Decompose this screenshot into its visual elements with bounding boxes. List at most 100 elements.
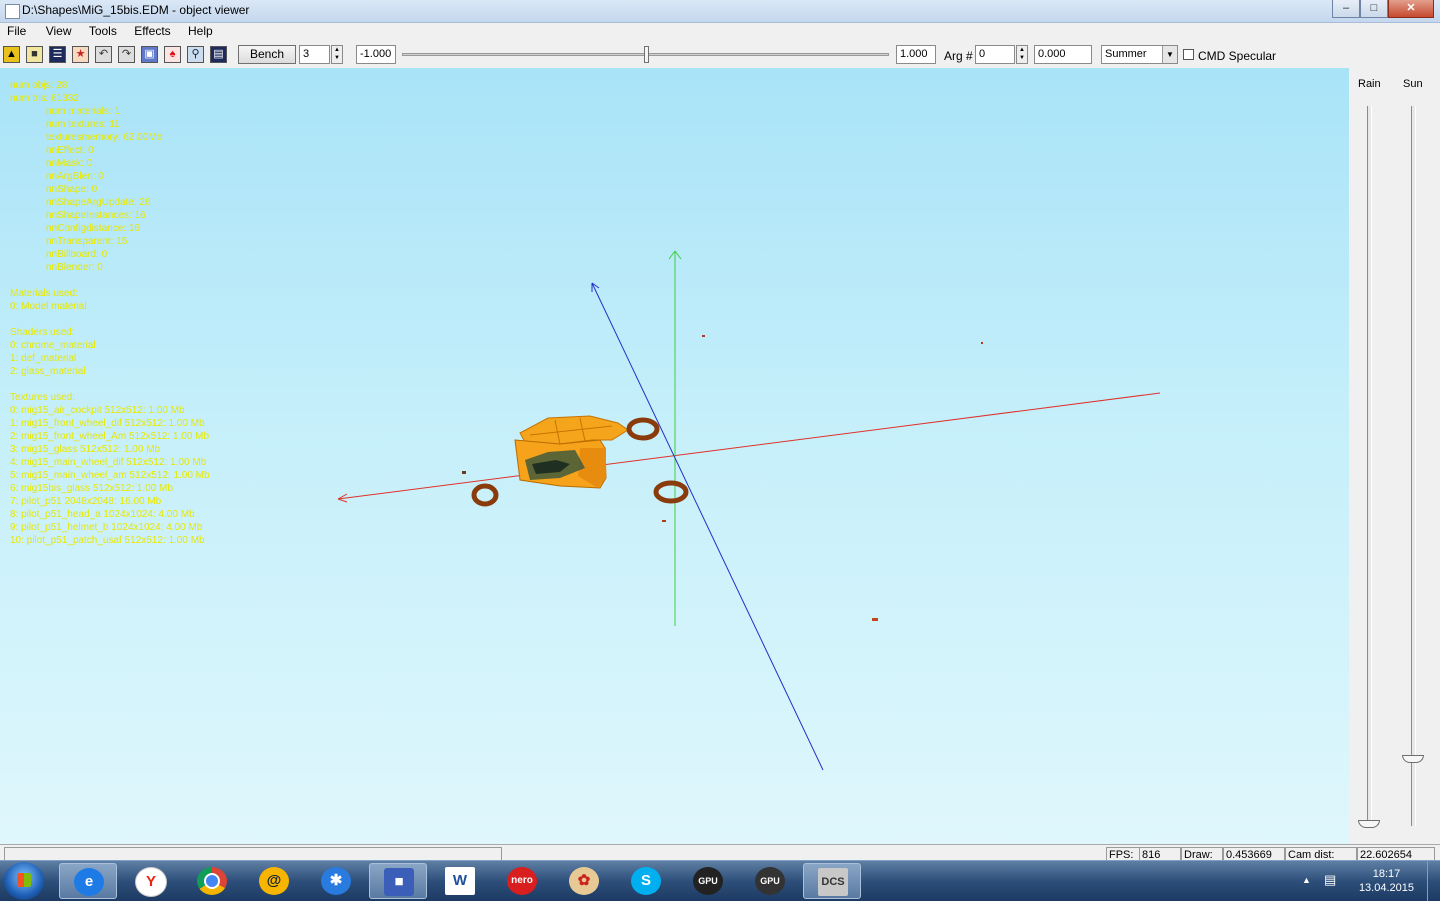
minimize-button[interactable]: –: [1332, 0, 1360, 18]
mail-agent-icon: @: [259, 867, 289, 895]
undo-icon[interactable]: ↶: [95, 46, 112, 63]
taskbar-lightning-app[interactable]: ✱: [307, 863, 365, 899]
menu-tools[interactable]: Tools: [75, 23, 117, 38]
fragment: [872, 618, 878, 621]
menu-view[interactable]: View: [30, 23, 72, 38]
taskbar-gpu-streaming[interactable]: GPU: [741, 863, 799, 899]
dcs-icon: DCS: [818, 868, 848, 896]
draw-label: Draw:: [1181, 847, 1223, 861]
arg-number-spinner[interactable]: ▲ ▼: [1016, 45, 1028, 64]
tray-arrow-icon[interactable]: ▲: [1302, 875, 1311, 885]
close-button[interactable]: ✕: [1388, 0, 1434, 18]
menu-effects[interactable]: Effects: [120, 23, 170, 38]
menu-bar: File View Tools Effects Help: [0, 23, 1440, 41]
taskbar-mail-agent[interactable]: @: [245, 863, 303, 899]
menu-file[interactable]: File: [0, 23, 26, 38]
window-controls: – □ ✕: [1332, 0, 1434, 18]
stats-line: nnArgBlen: 0: [46, 171, 104, 182]
cam-dist-label: Cam dist:: [1285, 847, 1357, 861]
taskbar-dcs[interactable]: DCS: [803, 863, 861, 899]
taskbar: e Y @ ✱ ■ W nero ✿ S GPU GPU DCS ▲ ▤ 18:…: [0, 860, 1440, 901]
taskbar-paint[interactable]: ✿: [555, 863, 613, 899]
fragment: [702, 335, 705, 337]
taskbar-nero[interactable]: nero: [493, 863, 551, 899]
rain-slider-track[interactable]: [1367, 106, 1372, 826]
start-button[interactable]: [4, 862, 44, 900]
stats-line: 5: mig15_main_wheel_am 512x512: 1.00 Mb: [10, 470, 210, 481]
nose-wheel: [626, 417, 660, 441]
pilot-icon[interactable]: ★: [72, 46, 89, 63]
lightning-app-icon: ✱: [321, 867, 351, 895]
maximize-button[interactable]: □: [1360, 0, 1388, 18]
sun-slider-thumb[interactable]: [1402, 755, 1424, 764]
stats-line: 10: pilot_p51_patch_usaf 512x512: 1.00 M…: [10, 535, 205, 546]
menu-help[interactable]: Help: [174, 23, 213, 38]
internet-explorer-icon: e: [74, 868, 104, 896]
taskbar-gpu-tweak[interactable]: GPU: [679, 863, 737, 899]
season-select[interactable]: Summer ▼: [1101, 45, 1178, 64]
slider-min-field[interactable]: -1.000: [356, 45, 396, 64]
figure-icon[interactable]: ♠: [164, 46, 181, 63]
taskbar-yandex-browser[interactable]: Y: [121, 863, 179, 899]
taskbar-chrome[interactable]: [183, 863, 241, 899]
slider-max-field[interactable]: 1.000: [896, 45, 936, 64]
word-icon: W: [445, 867, 475, 895]
clock-time: 18:17: [1372, 868, 1401, 880]
status-bar: FPS: 816 Draw: 0.453669 Cam dist: 22.602…: [0, 844, 1440, 861]
gpu-streaming-icon: GPU: [755, 867, 785, 895]
cmd-specular-label: CMD Specular: [1198, 49, 1277, 63]
stats-line: Shaders used:: [10, 327, 75, 338]
window-title: D:\Shapes\MiG_15bis.EDM - object viewer: [22, 3, 250, 17]
stats-line: 2: glass_material: [10, 366, 86, 377]
network-icon[interactable]: ▤: [1324, 872, 1336, 888]
taskbar-internet-explorer[interactable]: e: [59, 863, 117, 899]
stats-line: 9: pilot_p51_helmet_b 1024x1024: 4.00 Mb: [10, 522, 203, 533]
arg-number-field[interactable]: 0: [975, 45, 1015, 64]
left-main-wheel: [471, 483, 499, 507]
arg-value-field[interactable]: 0.000: [1034, 45, 1092, 64]
clock[interactable]: 18:17 13.04.2015: [1359, 867, 1414, 895]
render-icon[interactable]: ▣: [141, 46, 158, 63]
open-file-icon[interactable]: ▲: [3, 46, 20, 63]
save-icon[interactable]: ■: [26, 46, 43, 63]
stats-line: 7: pilot_p51 2048x2048: 16.00 Mb: [10, 496, 162, 507]
taskbar-word[interactable]: W: [431, 863, 489, 899]
chevron-down-icon[interactable]: ▼: [1162, 46, 1177, 63]
sun-slider-track[interactable]: [1411, 106, 1416, 826]
arg-slider-thumb[interactable]: [643, 46, 649, 63]
stats-line: 3: mig15_glass 512x512: 1.00 Mb: [10, 444, 161, 455]
rain-slider-thumb[interactable]: [1358, 820, 1380, 828]
system-tray: ▲ ▤ 18:17 13.04.2015: [1300, 861, 1440, 901]
app-icon: [5, 4, 20, 19]
aircraft-model[interactable]: [514, 415, 629, 489]
x-axis-line: [337, 392, 1161, 500]
bench-count-spinner[interactable]: ▲ ▼: [331, 45, 343, 64]
cmd-specular-checkbox[interactable]: [1183, 49, 1194, 60]
toolbar: ▲ ■ ☰ ★ ↶ ↷ ▣ ♠ ⚲ ▤ Bench 3 ▲ ▼ -1.000 1.…: [0, 42, 1440, 69]
floppy-save-icon: ■: [384, 868, 414, 896]
taskbar-skype[interactable]: S: [617, 863, 675, 899]
document-icon[interactable]: ▤: [210, 46, 227, 63]
cam-dist-value: 22.602654: [1357, 847, 1435, 861]
properties-icon[interactable]: ☰: [49, 46, 66, 63]
stats-line: 0: mig15_air_cockpit 512x512: 1.00 Mb: [10, 405, 185, 416]
paint-palette-icon: ✿: [569, 867, 599, 895]
stats-line: 8: pilot_p51_head_a 1024x1024: 4.00 Mb: [10, 509, 195, 520]
stats-line: 2: mig15_front_wheel_Am 512x512: 1.00 Mb: [10, 431, 210, 442]
stats-line: nnShape: 0: [46, 184, 98, 195]
zoom-icon[interactable]: ⚲: [187, 46, 204, 63]
stats-line: [10, 313, 210, 326]
bench-count-field[interactable]: 3: [299, 45, 330, 64]
taskbar-object-viewer[interactable]: ■: [369, 863, 427, 899]
stats-line: num objs: 28: [10, 80, 68, 91]
show-desktop-button[interactable]: [1427, 861, 1440, 901]
stats-line: nnBillboard: 0: [46, 249, 108, 260]
skype-icon: S: [631, 867, 661, 895]
redo-icon[interactable]: ↷: [118, 46, 135, 63]
bench-button[interactable]: Bench: [238, 45, 296, 64]
arg-label: Arg #: [944, 49, 973, 63]
3d-viewport[interactable]: num objs: 28 num tris: 61332 num materials…: [0, 68, 1349, 844]
stats-line: nnTransparent: 15: [46, 236, 128, 247]
nero-icon: nero: [507, 867, 537, 895]
stats-line: [10, 378, 210, 391]
